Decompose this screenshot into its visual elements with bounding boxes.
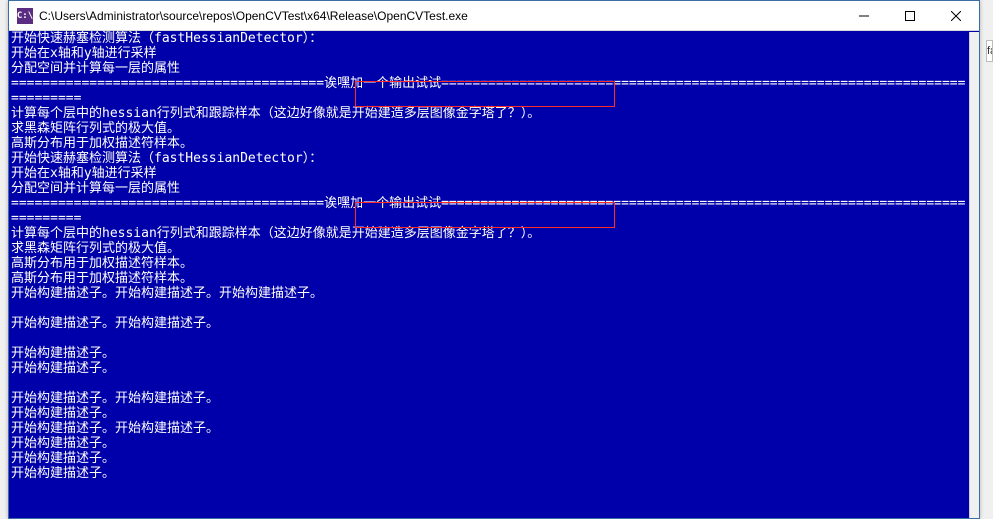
console-window: C:\ C:\Users\Administrator\source\repos\…: [8, 0, 980, 519]
vertical-scrollbar[interactable]: [969, 32, 979, 518]
title-bar[interactable]: C:\ C:\Users\Administrator\source\repos\…: [9, 1, 979, 31]
minimize-icon: [859, 11, 869, 21]
maximize-icon: [905, 11, 915, 21]
background-tab: fa: [986, 40, 993, 62]
window-title: C:\Users\Administrator\source\repos\Open…: [39, 9, 841, 23]
app-icon: C:\: [17, 8, 33, 24]
maximize-button[interactable]: [887, 1, 933, 30]
minimize-button[interactable]: [841, 1, 887, 30]
close-icon: [951, 11, 961, 21]
close-button[interactable]: [933, 1, 979, 30]
window-controls: [841, 1, 979, 30]
console-output[interactable]: 开始快速赫塞检测算法（fastHessianDetector）： 开始在x轴和y…: [9, 31, 979, 518]
